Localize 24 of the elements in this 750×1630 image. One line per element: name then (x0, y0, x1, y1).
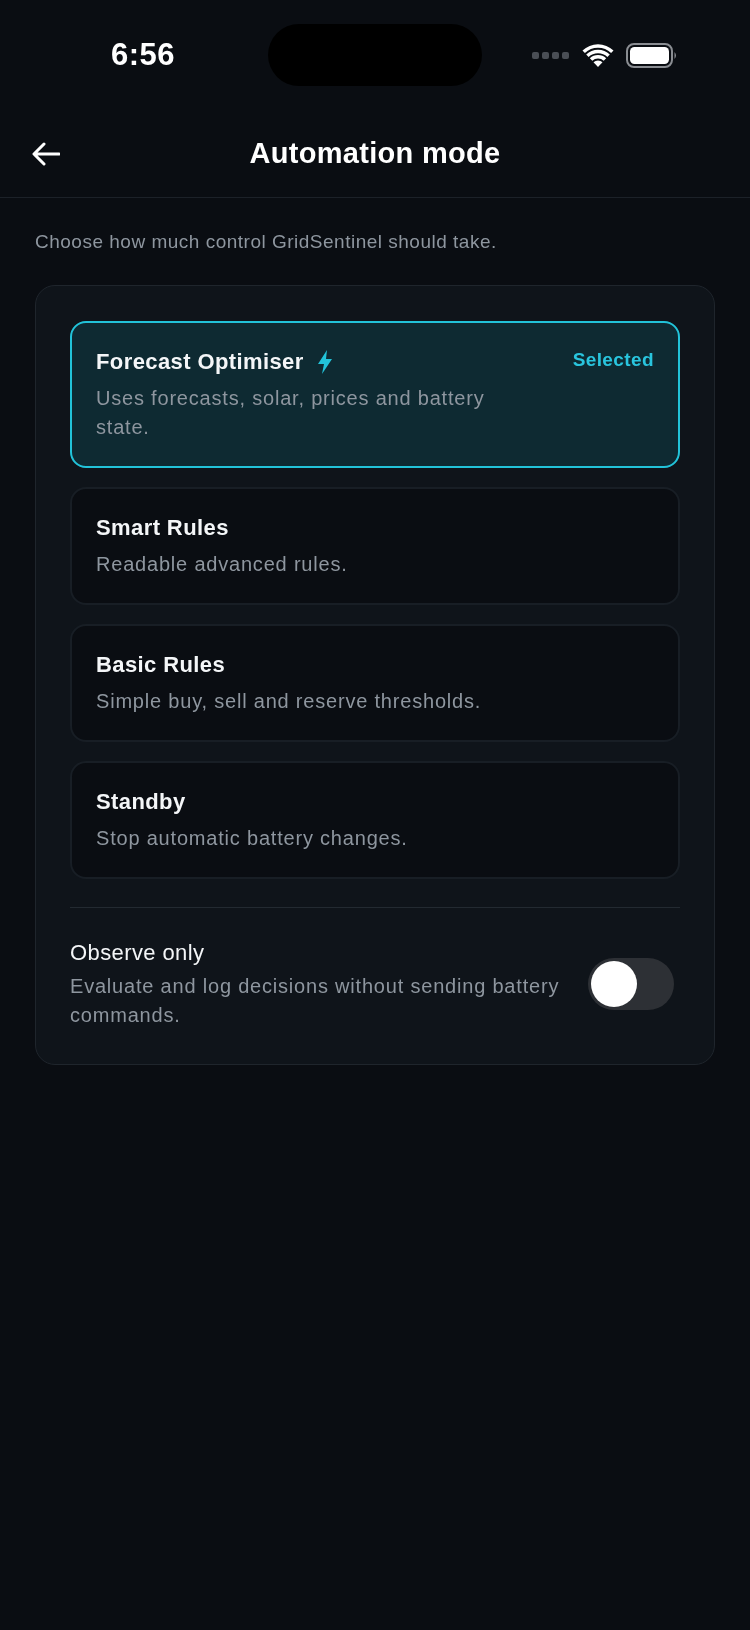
screen-title: Automation mode (249, 137, 501, 170)
intro-text: Choose how much control GridSentinel should take. (35, 231, 498, 253)
wifi-icon (582, 43, 614, 67)
observe-only-title: Observe only (70, 939, 206, 967)
mode-title: Smart Rules (96, 514, 229, 542)
selected-label: Selected (572, 348, 654, 372)
mode-description: Uses forecasts, solar, prices and battery state. (96, 386, 486, 440)
mode-description: Readable advanced rules. (96, 552, 348, 577)
status-time: 6:56 (110, 37, 175, 73)
mode-description: Stop automatic battery changes. (96, 826, 408, 851)
mode-title: Standby (96, 788, 186, 816)
observe-only-description: Evaluate and log decisions without sending battery commands. (70, 974, 561, 1028)
mode-option[interactable]: Basic Rules Simple buy, sell and reserve thresholds. (70, 624, 680, 742)
mode-description: Simple buy, sell and reserve thresholds. (96, 689, 482, 714)
mode-title: Basic Rules (96, 651, 226, 679)
lightning-bolt-icon (317, 350, 332, 374)
observe-only-toggle[interactable] (588, 958, 674, 1010)
battery-icon (626, 42, 678, 68)
mode-option[interactable]: Standby Stop automatic battery changes. (70, 761, 680, 879)
signal-icon (532, 51, 570, 59)
mode-option[interactable]: Forecast Optimiser Uses forecasts, solar, prices and battery state. Selected (70, 321, 680, 468)
mode-option[interactable]: Smart Rules Readable advanced rules. (70, 487, 680, 605)
mode-title: Forecast Optimiser (96, 348, 304, 376)
back-arrow-icon (32, 141, 60, 166)
